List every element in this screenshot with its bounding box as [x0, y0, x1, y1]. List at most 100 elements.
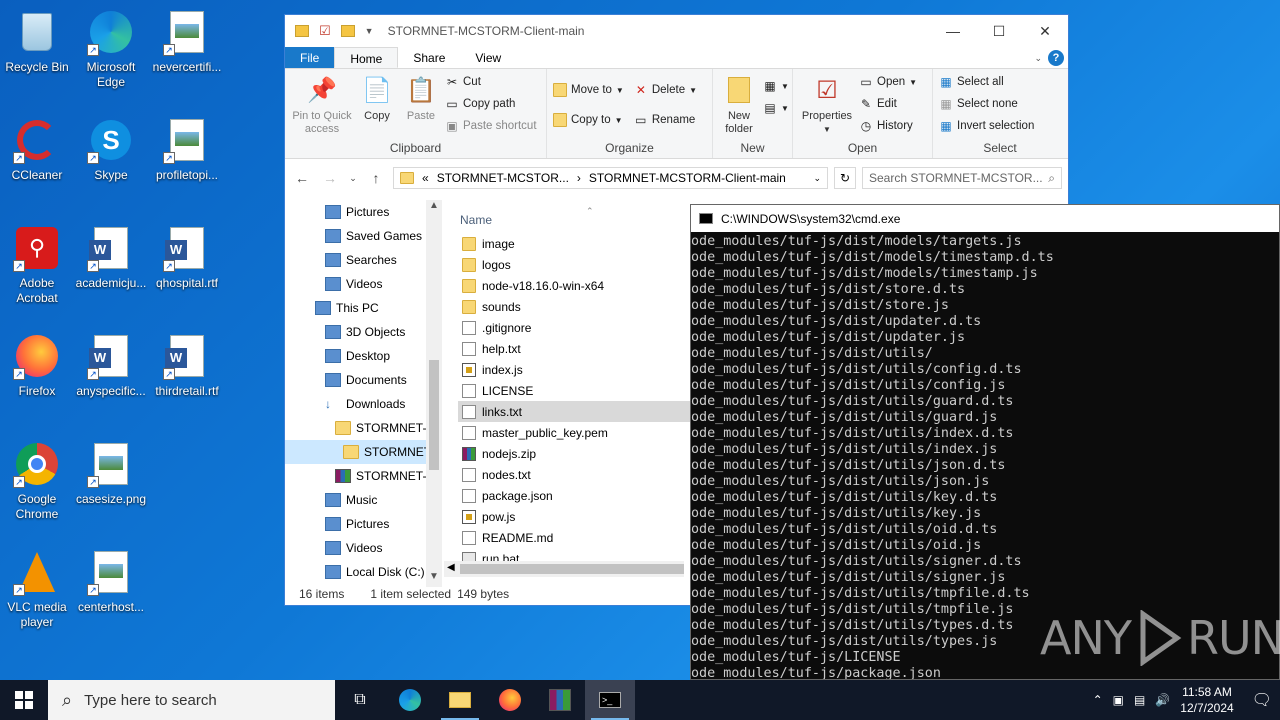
quick-access-dropdown-icon[interactable]: ▼ — [365, 26, 374, 36]
nav-item[interactable]: Local Disk (C:) — [285, 560, 442, 584]
tab-home[interactable]: Home — [334, 47, 399, 68]
up-arrow-icon[interactable]: ↑ — [365, 170, 387, 186]
nav-item[interactable]: STORMNET-M — [285, 416, 442, 440]
new-item-button[interactable]: ▦ ▼ — [763, 77, 789, 95]
nav-item[interactable]: STORMNET- — [285, 440, 442, 464]
desktop-icon-adobe-acrobat[interactable]: ⚲ ↗ Adobe Acrobat — [0, 224, 74, 306]
taskbar-cmd[interactable]: >_ — [585, 680, 635, 720]
desktop-icon-ccleaner[interactable]: ↗ CCleaner — [0, 116, 74, 183]
desktop-icon-microsoft-edge[interactable]: ↗ Microsoft Edge — [74, 8, 148, 90]
desktop-icon-google-chrome[interactable]: ↗ Google Chrome — [0, 440, 74, 522]
start-button[interactable] — [0, 680, 48, 720]
cmd-titlebar[interactable]: C:\WINDOWS\system32\cmd.exe — [691, 205, 1279, 232]
hscroll-thumb[interactable] — [460, 564, 684, 574]
desktop-icon-nevercertifi[interactable]: ↗ nevercertifi... — [150, 8, 224, 75]
explorer-titlebar[interactable]: ☑ ▼ STORMNET-MCSTORM-Client-main — ☐ ✕ — [285, 15, 1068, 47]
nav-item[interactable]: Videos — [285, 536, 442, 560]
nav-item[interactable]: Pictures — [285, 512, 442, 536]
ethernet-icon[interactable]: ▤ — [1134, 693, 1145, 707]
breadcrumb-separator-icon[interactable]: › — [577, 171, 581, 185]
tab-share[interactable]: Share — [398, 47, 460, 68]
edit-button[interactable]: ✎ Edit — [859, 95, 917, 113]
desktop-icon-academicju[interactable]: W ↗ academicju... — [74, 224, 148, 291]
tab-file[interactable]: File — [285, 47, 335, 68]
navigation-pane[interactable]: Pictures Saved Games Searches Videos This PC… — [285, 200, 442, 587]
notification-icon[interactable]: 🗨 — [1252, 690, 1272, 710]
file-row[interactable]: nodejs.zip — [458, 443, 690, 464]
file-row[interactable]: README.md — [458, 527, 690, 548]
nav-item[interactable]: 3D Objects — [285, 320, 442, 344]
file-row[interactable]: pow.js — [458, 506, 690, 527]
breadcrumb-overflow[interactable]: « — [422, 171, 429, 185]
nav-item[interactable]: This PC — [285, 296, 442, 320]
desktop-icon-firefox[interactable]: ↗ Firefox — [0, 332, 74, 399]
taskbar-firefox[interactable] — [485, 680, 535, 720]
nav-item[interactable]: Music — [285, 488, 442, 512]
close-icon[interactable]: ✕ — [1022, 16, 1068, 46]
recent-locations-icon[interactable]: ⌄ — [347, 173, 359, 184]
delete-button[interactable]: ✕ Delete ▼ — [634, 81, 697, 99]
address-dropdown-icon[interactable]: ⌄ — [813, 173, 821, 184]
invert-selection-button[interactable]: ▦ Invert selection — [939, 117, 1034, 135]
help-button[interactable]: ⌄ ? — [1030, 47, 1068, 68]
task-view-button[interactable]: ⧉ — [335, 680, 385, 720]
nav-item[interactable]: Pictures — [285, 200, 442, 224]
nav-scroll-thumb[interactable] — [429, 360, 439, 470]
file-row[interactable]: logos — [458, 254, 690, 275]
file-row[interactable]: master_public_key.pem — [458, 422, 690, 443]
breadcrumb-current[interactable]: STORMNET-MCSTORM-Client-main — [589, 171, 786, 185]
desktop-icon-recycle-bin[interactable]: Recycle Bin — [0, 8, 74, 75]
desktop-icon-anyspecific[interactable]: W ↗ anyspecific... — [74, 332, 148, 399]
desktop-icon-casesize[interactable]: ↗ casesize.png — [74, 440, 148, 507]
nav-item[interactable]: Desktop — [285, 344, 442, 368]
desktop-icon-thirdretail[interactable]: W ↗ thirdretail.rtf — [150, 332, 224, 399]
file-row[interactable]: help.txt — [458, 338, 690, 359]
maximize-icon[interactable]: ☐ — [976, 16, 1022, 46]
network-icon[interactable]: ▣ — [1113, 693, 1124, 707]
breadcrumb-parent[interactable]: STORMNET-MCSTOR... — [437, 171, 569, 185]
search-input[interactable]: Search STORMNET-MCSTOR... ⌕ — [862, 167, 1062, 189]
nav-item[interactable]: ↓ Downloads — [285, 392, 442, 416]
scroll-left-icon[interactable]: ◀ — [447, 562, 455, 573]
nav-item[interactable]: Documents — [285, 368, 442, 392]
nav-item[interactable]: STORMNET-M — [285, 464, 442, 488]
select-all-button[interactable]: ▦ Select all — [939, 73, 1034, 91]
file-row[interactable]: index.js — [458, 359, 690, 380]
file-row[interactable]: .gitignore — [458, 317, 690, 338]
open-button[interactable]: ▭ Open ▼ — [859, 73, 917, 91]
nav-item[interactable]: Videos — [285, 272, 442, 296]
clock[interactable]: 11:58 AM 12/7/2024 — [1180, 684, 1233, 716]
file-row[interactable]: node-v18.16.0-win-x64 — [458, 275, 690, 296]
taskbar-edge[interactable] — [385, 680, 435, 720]
tab-view[interactable]: View — [460, 47, 516, 68]
cmd-window[interactable]: C:\WINDOWS\system32\cmd.exe ode_modules/… — [690, 204, 1280, 680]
cut-button[interactable]: ✂ Cut — [445, 73, 537, 91]
file-row[interactable]: sounds — [458, 296, 690, 317]
history-button[interactable]: ◷ History — [859, 117, 917, 135]
forward-arrow-icon[interactable]: → — [319, 170, 341, 186]
desktop-icon-vlc-media-player[interactable]: ↗ VLC media player — [0, 548, 74, 630]
nav-item[interactable]: Saved Games — [285, 224, 442, 248]
scroll-up-icon[interactable]: ▲ — [426, 200, 442, 216]
taskbar-file-explorer[interactable] — [435, 680, 485, 720]
chevron-up-icon[interactable]: ⌃ — [1093, 693, 1103, 707]
desktop-icon-profiletopi[interactable]: ↗ profiletopi... — [150, 116, 224, 183]
copy-path-button[interactable]: ▭ Copy path — [445, 95, 537, 113]
desktop-icon-skype[interactable]: S ↗ Skype — [74, 116, 148, 183]
file-row[interactable]: LICENSE — [458, 380, 690, 401]
minimize-icon[interactable]: — — [930, 16, 976, 46]
help-icon[interactable]: ? — [1048, 49, 1064, 66]
nav-scrollbar[interactable]: ▲ ▼ — [426, 200, 442, 587]
move-to-button[interactable]: Move to ▼ — [553, 81, 624, 99]
back-arrow-icon[interactable]: ← — [291, 170, 313, 186]
file-row[interactable]: links.txt — [458, 401, 690, 422]
paste-shortcut-button[interactable]: ▣ Paste shortcut — [445, 117, 536, 135]
address-bar[interactable]: « STORMNET-MCSTOR... › STORMNET-MCSTORM-… — [393, 167, 828, 189]
copy-to-button[interactable]: Copy to ▼ — [553, 111, 624, 129]
desktop-icon-qhospital[interactable]: W ↗ qhospital.rtf — [150, 224, 224, 291]
file-row[interactable]: nodes.txt — [458, 464, 690, 485]
nav-item[interactable]: Searches — [285, 248, 442, 272]
refresh-button[interactable]: ↻ — [834, 167, 856, 189]
rename-button[interactable]: ▭ Rename — [634, 111, 697, 129]
file-row[interactable]: package.json — [458, 485, 690, 506]
